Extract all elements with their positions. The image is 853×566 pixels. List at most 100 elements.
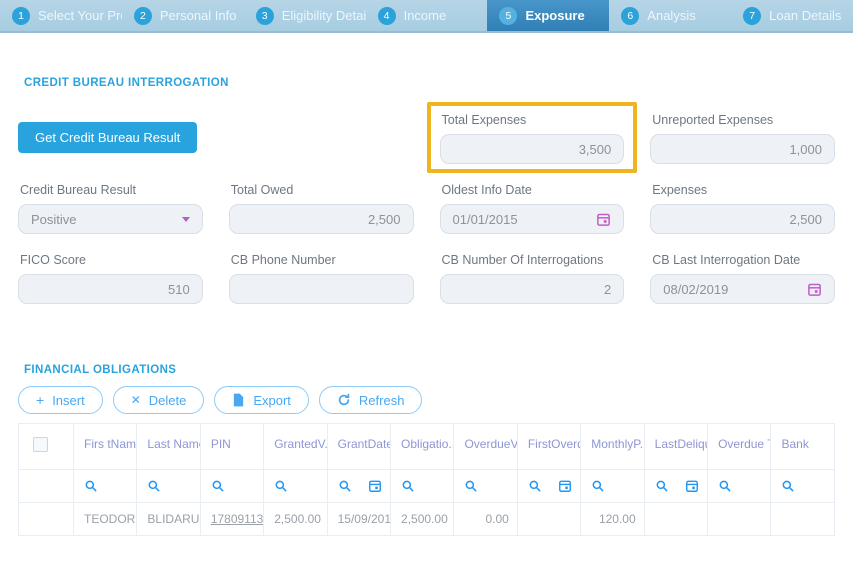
total-owed-label: Total Owed [231, 183, 414, 200]
wizard-step-personal-info[interactable]: 2 Personal Info [122, 0, 244, 31]
column-header-first-overdue[interactable]: FirstOverd... [517, 424, 580, 470]
table-row[interactable]: TEODOR BLIDARUS 17809113... 2,500.00 15/… [19, 503, 835, 536]
column-header-overdue-t[interactable]: Overdue T... [708, 424, 771, 470]
insert-button-label: Insert [52, 393, 85, 408]
cell-last-name: BLIDARUS [137, 503, 200, 536]
step-number-badge: 5 [499, 7, 517, 25]
step-label: Select Your Produ [38, 8, 122, 23]
refresh-button[interactable]: Refresh [319, 386, 423, 414]
search-icon[interactable] [528, 479, 542, 493]
x-icon: ✕ [131, 394, 141, 406]
get-credit-bureau-result-button[interactable]: Get Credit Bureau Result [18, 122, 197, 153]
oldest-info-date-label: Oldest Info Date [442, 183, 625, 200]
unreported-expenses-value: 1,000 [789, 142, 822, 157]
step-number-badge: 3 [256, 7, 274, 25]
column-header-last-delinquency[interactable]: LastDeliqu... [644, 424, 707, 470]
total-expenses-highlight: Total Expenses 3,500 [427, 102, 638, 173]
refresh-button-label: Refresh [359, 393, 405, 408]
calendar-icon[interactable] [596, 212, 611, 227]
cb-phone-number-label: CB Phone Number [231, 253, 414, 270]
fico-score-field[interactable]: 510 [18, 274, 203, 304]
wizard-step-loan-details[interactable]: 7 Loan Details [731, 0, 853, 31]
column-header-grant-date[interactable]: GrantDate [327, 424, 390, 470]
wizard-step-income[interactable]: 4 Income [366, 0, 488, 31]
column-header-granted-value[interactable]: GrantedV... [264, 424, 327, 470]
cell-grant-date: 15/09/2018 [327, 503, 390, 536]
cb-last-interrogation-date-value: 08/02/2019 [663, 282, 728, 297]
cb-phone-number-field[interactable] [229, 274, 414, 304]
wizard-step-select-your-product[interactable]: 1 Select Your Produ [0, 0, 122, 31]
cell-bank [771, 503, 835, 536]
column-header-overdue-value[interactable]: OverdueV... [454, 424, 517, 470]
wizard-steps-bar: 1 Select Your Produ 2 Personal Info 3 El… [0, 0, 853, 33]
calendar-icon[interactable] [368, 479, 382, 493]
step-label: Analysis [647, 8, 695, 23]
total-owed-field[interactable]: 2,500 [229, 204, 414, 234]
cb-number-of-interrogations-value: 2 [604, 282, 611, 297]
step-number-badge: 6 [621, 7, 639, 25]
expenses-field[interactable]: 2,500 [650, 204, 835, 234]
plus-icon: + [36, 393, 44, 407]
calendar-icon[interactable] [685, 479, 699, 493]
refresh-icon [337, 393, 351, 407]
delete-button[interactable]: ✕ Delete [113, 386, 205, 414]
calendar-icon[interactable] [807, 282, 822, 297]
search-icon[interactable] [84, 479, 98, 493]
delete-button-label: Delete [149, 393, 187, 408]
oldest-info-date-field[interactable]: 01/01/2015 [440, 204, 625, 234]
credit-bureau-result-label: Credit Bureau Result [20, 183, 203, 200]
wizard-step-exposure-active[interactable]: 5 Exposure [487, 0, 609, 31]
column-header-last-name[interactable]: Last Name [137, 424, 200, 470]
cb-number-of-interrogations-field[interactable]: 2 [440, 274, 625, 304]
search-icon[interactable] [464, 479, 478, 493]
search-icon[interactable] [211, 479, 225, 493]
wizard-step-analysis[interactable]: 6 Analysis [609, 0, 731, 31]
export-button-label: Export [253, 393, 291, 408]
financial-obligations-toolbar: + Insert ✕ Delete Export Refresh [18, 386, 835, 414]
step-label: Eligibility Details [282, 8, 366, 23]
column-header-obligation[interactable]: Obligatio... [391, 424, 454, 470]
column-header-monthly-payment[interactable]: MonthlyP... [581, 424, 644, 470]
search-icon[interactable] [655, 479, 669, 493]
cb-number-of-interrogations-label: CB Number Of Interrogations [442, 253, 625, 270]
search-icon[interactable] [718, 479, 732, 493]
cell-first-overdue [517, 503, 580, 536]
search-icon[interactable] [338, 479, 352, 493]
column-header-first-name[interactable]: Firs tName [74, 424, 137, 470]
unreported-expenses-field[interactable]: 1,000 [650, 134, 835, 164]
step-number-badge: 1 [12, 7, 30, 25]
cell-monthly-payment: 120.00 [581, 503, 644, 536]
step-number-badge: 2 [134, 7, 152, 25]
step-number-badge: 4 [378, 7, 396, 25]
chevron-down-icon[interactable] [182, 217, 190, 222]
search-icon[interactable] [781, 479, 795, 493]
credit-bureau-section-title: CREDIT BUREAU INTERROGATION [24, 33, 835, 89]
search-icon[interactable] [401, 479, 415, 493]
unreported-expenses-label: Unreported Expenses [652, 113, 835, 130]
cb-last-interrogation-date-label: CB Last Interrogation Date [652, 253, 835, 270]
pin-link[interactable]: 17809113... [211, 512, 264, 526]
credit-bureau-result-select[interactable]: Positive [18, 204, 203, 234]
column-header-pin[interactable]: PIN [200, 424, 263, 470]
credit-bureau-result-value: Positive [31, 212, 77, 227]
wizard-step-eligibility-details[interactable]: 3 Eligibility Details [244, 0, 366, 31]
search-icon[interactable] [147, 479, 161, 493]
column-header-bank[interactable]: Bank [771, 424, 835, 470]
search-icon[interactable] [591, 479, 605, 493]
cell-granted-value: 2,500.00 [264, 503, 327, 536]
oldest-info-date-value: 01/01/2015 [453, 212, 518, 227]
export-button[interactable]: Export [214, 386, 309, 414]
fico-score-label: FICO Score [20, 253, 203, 270]
step-label: Loan Details [769, 8, 841, 23]
cb-last-interrogation-date-field[interactable]: 08/02/2019 [650, 274, 835, 304]
insert-button[interactable]: + Insert [18, 386, 103, 414]
select-all-checkbox[interactable] [33, 437, 48, 452]
total-expenses-field[interactable]: 3,500 [440, 134, 625, 164]
expenses-label: Expenses [652, 183, 835, 200]
step-number-badge: 7 [743, 7, 761, 25]
table-filter-row [19, 470, 835, 503]
step-label: Income [404, 8, 447, 23]
calendar-icon[interactable] [558, 479, 572, 493]
credit-bureau-form: Get Credit Bureau Result Total Expenses … [18, 113, 835, 304]
search-icon[interactable] [274, 479, 288, 493]
